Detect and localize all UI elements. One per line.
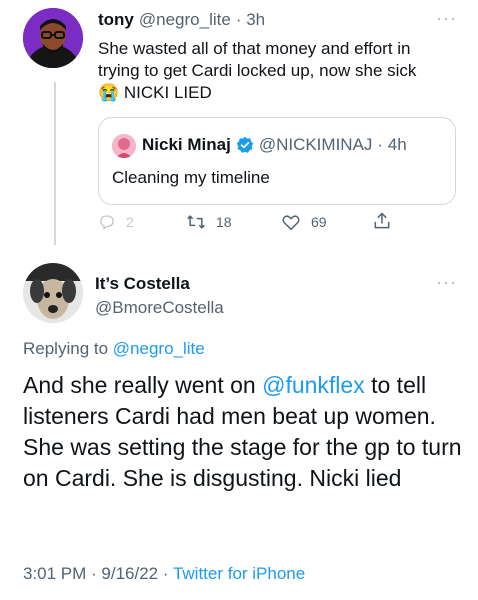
share-icon (374, 212, 390, 229)
main-author-handle[interactable]: @BmoreCostella (95, 298, 224, 318)
avatar-nicki (112, 134, 136, 158)
parent-text-line-1: She wasted all of that money and effort … (98, 39, 411, 58)
reply-action[interactable]: 2 (98, 213, 134, 231)
parent-author-name[interactable]: tony (98, 10, 134, 30)
avatar-illustration (23, 8, 83, 68)
main-tweet-text: And she really went on @funkflex to tell… (23, 370, 468, 494)
replying-to: Replying to @negro_lite (23, 339, 205, 359)
main-author-name[interactable]: It’s Costella (95, 274, 190, 294)
retweet-icon (187, 215, 205, 229)
replying-to-label: Replying to (23, 339, 109, 358)
quote-time: · 4h (377, 135, 407, 154)
avatar-costella[interactable] (23, 263, 83, 323)
costella-avatar-illustration (23, 263, 83, 323)
parent-tweet-time[interactable]: · 3h (236, 10, 265, 30)
like-action[interactable]: 69 (281, 213, 327, 231)
retweet-action[interactable]: 18 (186, 213, 232, 231)
retweet-count: 18 (216, 214, 232, 230)
parent-tweet-header: tony @negro_lite · 3h (98, 10, 265, 30)
crying-emoji-icon: 😭 (98, 83, 120, 102)
reply-icon (100, 215, 114, 231)
main-text-part-1: And she really went on (23, 372, 263, 398)
heart-icon (282, 215, 300, 231)
quote-author-name: Nicki Minaj (142, 135, 231, 154)
replying-to-handle[interactable]: @negro_lite (113, 339, 205, 358)
tweet-source[interactable]: Twitter for iPhone (173, 564, 305, 583)
quote-text: Cleaning my timeline (112, 168, 270, 187)
tweet-metadata: 3:01 PM · 9/16/22 · Twitter for iPhone (23, 564, 305, 584)
quote-author-handle: @NICKIMINAJ (258, 135, 373, 154)
avatar-tony[interactable] (23, 8, 83, 68)
share-action[interactable] (372, 211, 392, 231)
parent-text-line-2: trying to get Cardi locked up, now she s… (98, 61, 417, 80)
nicki-avatar-illustration (112, 134, 136, 158)
tweet-timestamp[interactable]: 3:01 PM · 9/16/22 · (23, 564, 173, 583)
like-count: 69 (311, 214, 327, 230)
quote-header: Nicki Minaj @NICKIMINAJ · 4h (142, 135, 407, 155)
verified-badge-icon (236, 136, 254, 154)
mention-funkflex[interactable]: @funkflex (262, 372, 365, 398)
parent-author-handle[interactable]: @negro_lite (139, 10, 231, 30)
quoted-tweet-card[interactable]: Nicki Minaj @NICKIMINAJ · 4h Cleaning my… (98, 117, 456, 205)
reply-count: 2 (126, 214, 134, 230)
main-more-icon[interactable]: ··· (436, 272, 457, 293)
parent-more-icon[interactable]: ··· (436, 8, 457, 29)
parent-text-line-3: NICKI LIED (123, 83, 212, 102)
parent-tweet-text: She wasted all of that money and effort … (98, 38, 458, 104)
thread-line (54, 82, 56, 245)
